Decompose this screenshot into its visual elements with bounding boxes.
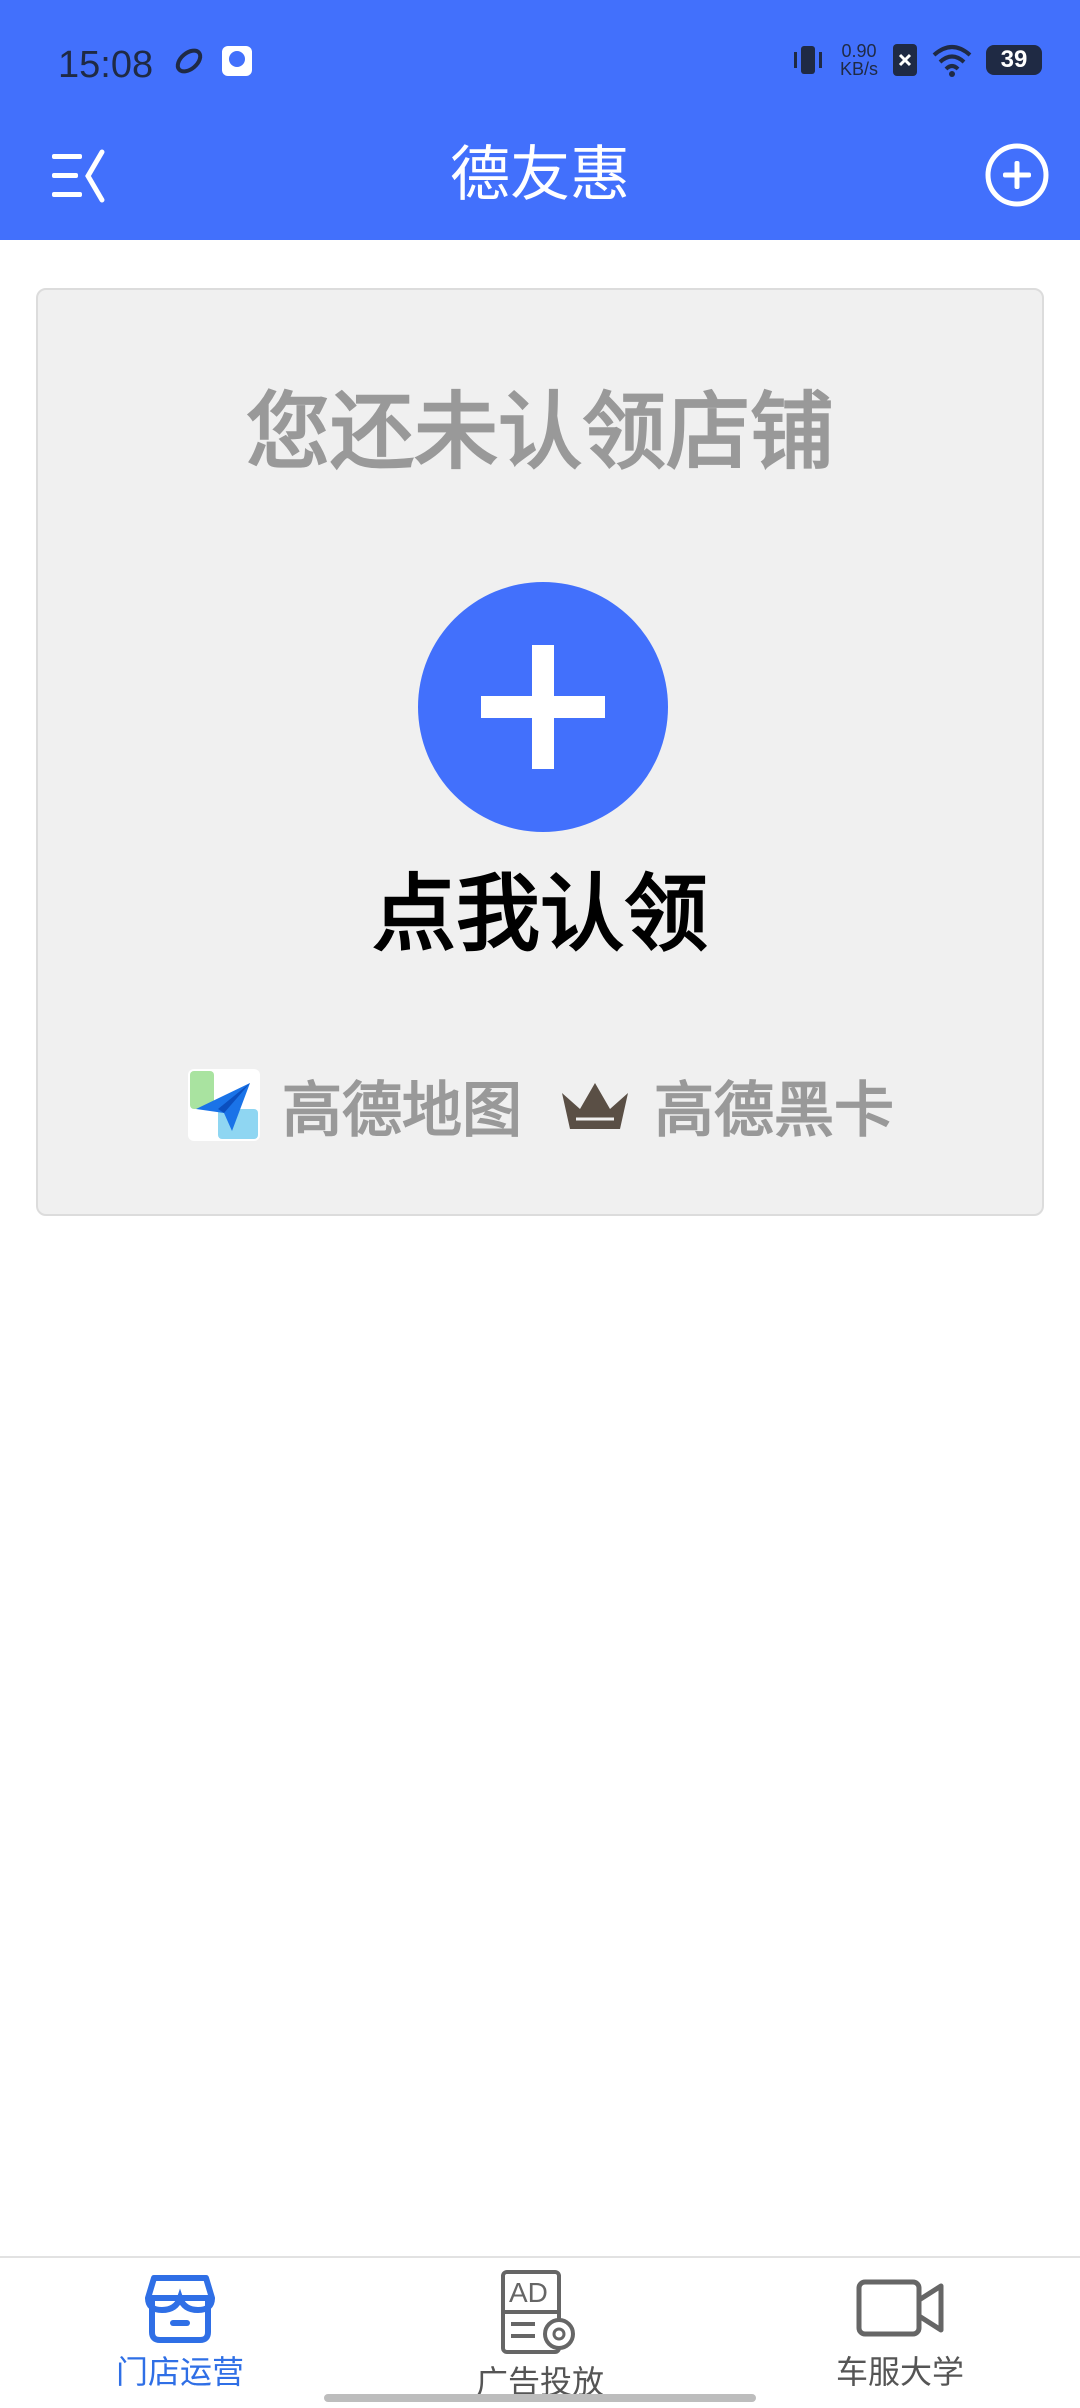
sim-icon (893, 44, 917, 76)
page-title: 德友惠 (450, 140, 630, 210)
video-camera-icon (856, 2279, 944, 2337)
tab-label: 门店运营 (115, 2353, 244, 2391)
status-left-icons (172, 44, 254, 78)
tab-store-operations[interactable]: 门店运营 (70, 2268, 290, 2408)
plus-icon (481, 645, 605, 769)
net-speed-unit: KB/s (839, 59, 878, 79)
partner-amap: 高德地图 (188, 1062, 522, 1149)
net-speed-value: 0.90 (841, 41, 877, 61)
partner-list: 高德地图 高德黑卡 (188, 1060, 894, 1150)
partner-name: 高德黑卡 (654, 1075, 894, 1146)
status-time: 15:08 (58, 44, 154, 86)
bottom-tab-bar: 门店运营 AD 广告投放 车服大学 (0, 2256, 1080, 2408)
ad-settings-icon: AD (501, 2270, 575, 2354)
tab-label: 车服大学 (835, 2353, 964, 2391)
amap-logo-icon (188, 1069, 260, 1141)
app-notification-icon (222, 46, 252, 76)
link-icon (175, 48, 203, 74)
tab-ad-placement[interactable]: AD 广告投放 (430, 2268, 650, 2408)
status-right: 0.90 KB/s 39 (790, 42, 1042, 78)
vibrate-icon (793, 46, 822, 74)
svg-text:AD: AD (509, 2277, 548, 2308)
plus-circle-icon[interactable] (984, 142, 1050, 208)
partner-blackcard: 高德黑卡 (558, 1062, 894, 1149)
claim-label: 点我认领 (371, 865, 708, 963)
claim-button[interactable] (418, 582, 668, 832)
tab-car-service-university[interactable]: 车服大学 (790, 2268, 1010, 2408)
crown-icon (562, 1083, 628, 1129)
battery-indicator: 39 (986, 45, 1042, 75)
home-indicator[interactable] (324, 2394, 756, 2402)
claim-store-card[interactable]: 您还未认领店铺 点我认领 高德地图 高德黑卡 (36, 288, 1044, 1216)
partner-name: 高德地图 (282, 1075, 522, 1146)
app-header: 15:08 0.90 KB/s 39 德友惠 (0, 0, 1080, 240)
claim-card-title: 您还未认领店铺 (245, 383, 834, 481)
net-speed: 0.90 KB/s (840, 42, 878, 78)
wifi-icon (932, 45, 972, 77)
store-icon (145, 2275, 215, 2343)
